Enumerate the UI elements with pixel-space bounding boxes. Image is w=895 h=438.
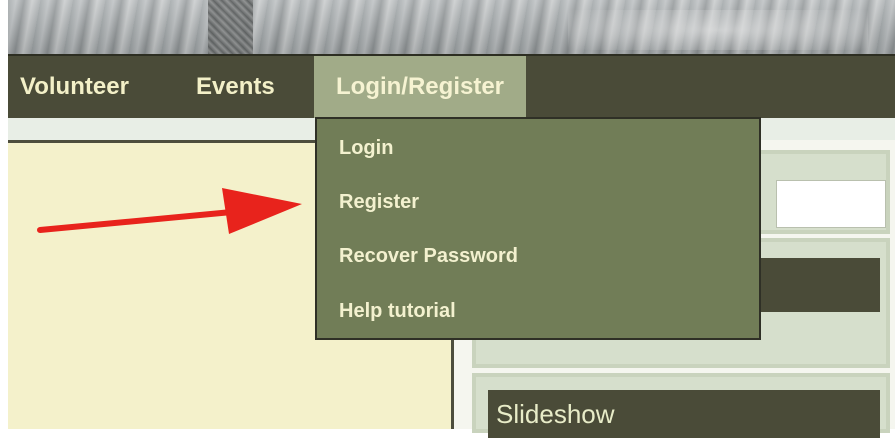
dropdown-item-register[interactable]: Register (339, 191, 419, 214)
header-banner-image (8, 0, 895, 54)
nav-item-events[interactable]: Events (196, 56, 275, 118)
dropdown-item-recover-password[interactable]: Recover Password (339, 245, 518, 268)
dropdown-item-login[interactable]: Login (339, 137, 393, 160)
nav-item-login-register[interactable]: Login/Register (314, 56, 527, 118)
sidebar-slideshow-box: Slideshow (472, 373, 890, 438)
dropdown-item-help-tutorial[interactable]: Help tutorial (339, 300, 456, 323)
slideshow-title[interactable]: Slideshow (488, 390, 880, 438)
search-input[interactable] (776, 180, 886, 228)
nav-item-volunteer[interactable]: Volunteer (20, 56, 129, 118)
login-register-dropdown-menu: Login Register Recover Password Help tut… (315, 117, 761, 340)
red-arrow-icon (37, 188, 302, 234)
main-nav: Volunteer Events Login/Register (8, 54, 895, 118)
